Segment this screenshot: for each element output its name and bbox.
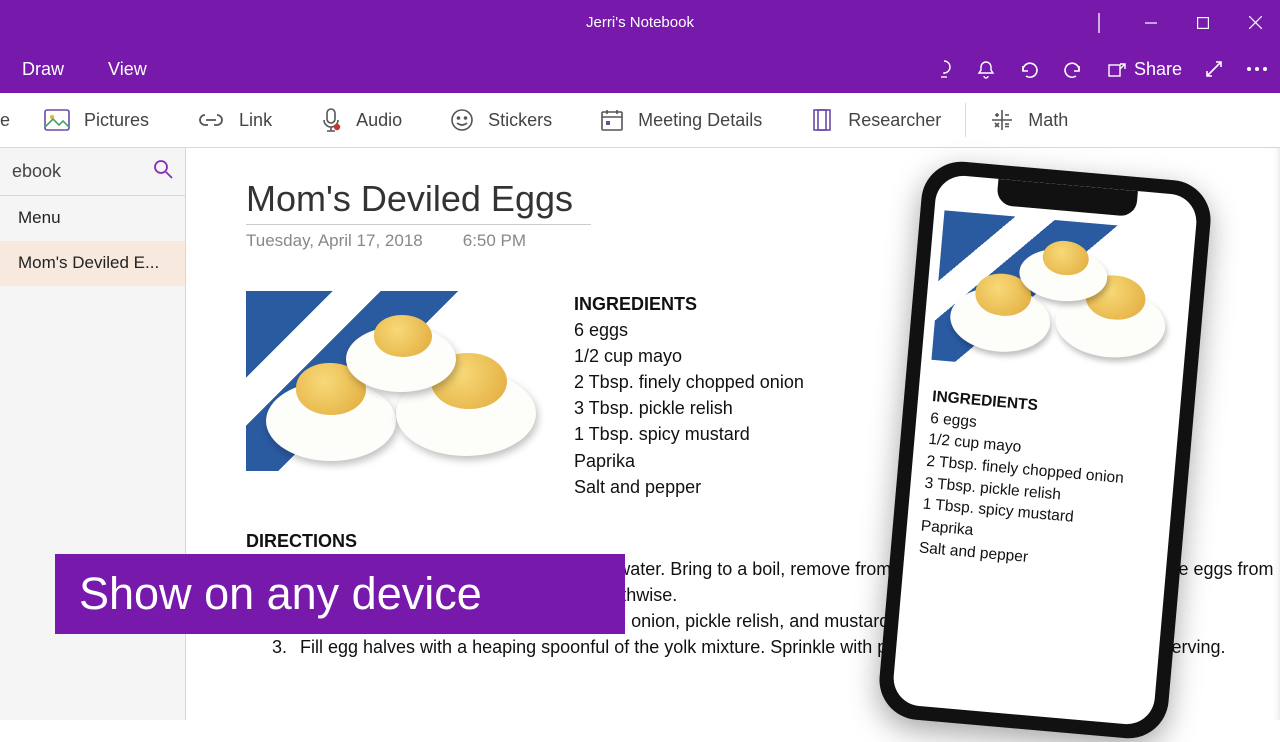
minimize-button[interactable] xyxy=(1126,0,1176,45)
sidebar: ebook Menu Mom's Deviled E... xyxy=(0,148,186,720)
audio-icon xyxy=(320,107,342,133)
page-time: 6:50 PM xyxy=(463,231,526,251)
pictures-icon xyxy=(44,109,70,131)
promo-banner: Show on any device xyxy=(55,554,625,634)
notebook-label: ebook xyxy=(12,161,61,182)
scrollbar[interactable] xyxy=(1266,148,1280,720)
link-icon xyxy=(197,111,225,129)
ribbon-audio[interactable]: Audio xyxy=(296,107,426,133)
ribbon-math[interactable]: Math xyxy=(966,108,1092,132)
ingredient-line: 6 eggs xyxy=(574,317,804,343)
stickers-icon xyxy=(450,108,474,132)
tab-handle[interactable] xyxy=(1074,0,1124,45)
phone-screen: INGREDIENTS 6 eggs 1/2 cup mayo 2 Tbsp. … xyxy=(891,174,1198,727)
ribbon-stickers[interactable]: Stickers xyxy=(426,108,576,132)
fullscreen-button[interactable] xyxy=(1204,59,1224,79)
ingredient-line: Paprika xyxy=(574,448,804,474)
tab-draw[interactable]: Draw xyxy=(0,45,86,93)
sidebar-header[interactable]: ebook xyxy=(0,148,185,196)
math-icon xyxy=(990,108,1014,132)
ribbon: e Pictures Link Audio Stickers Meeting D… xyxy=(0,93,1280,148)
phone-mockup: INGREDIENTS 6 eggs 1/2 cup mayo 2 Tbsp. … xyxy=(876,158,1214,741)
ribbon-link[interactable]: Link xyxy=(173,110,296,131)
undo-button[interactable] xyxy=(1018,59,1040,79)
researcher-icon xyxy=(810,108,834,132)
ribbon-table[interactable]: e xyxy=(0,110,20,131)
ingredient-line: 1 Tbsp. spicy mustard xyxy=(574,421,804,447)
ingredient-line: Salt and pepper xyxy=(574,474,804,500)
app-title: Jerri's Notebook xyxy=(586,14,694,31)
ingredients-header: INGREDIENTS xyxy=(574,291,804,317)
notifications-icon[interactable] xyxy=(976,59,996,79)
tell-me-icon[interactable] xyxy=(934,59,954,79)
sidebar-page-menu[interactable]: Menu xyxy=(0,196,185,241)
ribbon-meeting[interactable]: Meeting Details xyxy=(576,108,786,132)
meeting-icon xyxy=(600,108,624,132)
ingredients-block[interactable]: INGREDIENTS 6 eggs 1/2 cup mayo 2 Tbsp. … xyxy=(574,291,804,500)
ingredient-line: 3 Tbsp. pickle relish xyxy=(574,395,804,421)
sidebar-page-deviled-eggs[interactable]: Mom's Deviled E... xyxy=(0,241,185,286)
menubar: Draw View Share xyxy=(0,45,1280,93)
phone-text: INGREDIENTS 6 eggs 1/2 cup mayo 2 Tbsp. … xyxy=(904,359,1182,581)
window-controls xyxy=(1074,0,1280,45)
phone-notch xyxy=(996,179,1138,217)
tab-view[interactable]: View xyxy=(86,45,169,93)
ribbon-researcher[interactable]: Researcher xyxy=(786,108,965,132)
title-underline xyxy=(246,224,591,225)
share-button[interactable]: Share xyxy=(1106,59,1182,80)
recipe-image[interactable] xyxy=(246,291,548,471)
search-icon[interactable] xyxy=(153,159,173,184)
close-button[interactable] xyxy=(1230,0,1280,45)
ribbon-pictures[interactable]: Pictures xyxy=(20,109,173,131)
phone-image xyxy=(931,210,1188,381)
redo-button[interactable] xyxy=(1062,59,1084,79)
ingredient-line: 1/2 cup mayo xyxy=(574,343,804,369)
maximize-button[interactable] xyxy=(1178,0,1228,45)
ingredient-line: 2 Tbsp. finely chopped onion xyxy=(574,369,804,395)
page-date: Tuesday, April 17, 2018 xyxy=(246,231,423,251)
more-button[interactable] xyxy=(1246,66,1268,72)
titlebar: Jerri's Notebook xyxy=(0,0,1280,45)
